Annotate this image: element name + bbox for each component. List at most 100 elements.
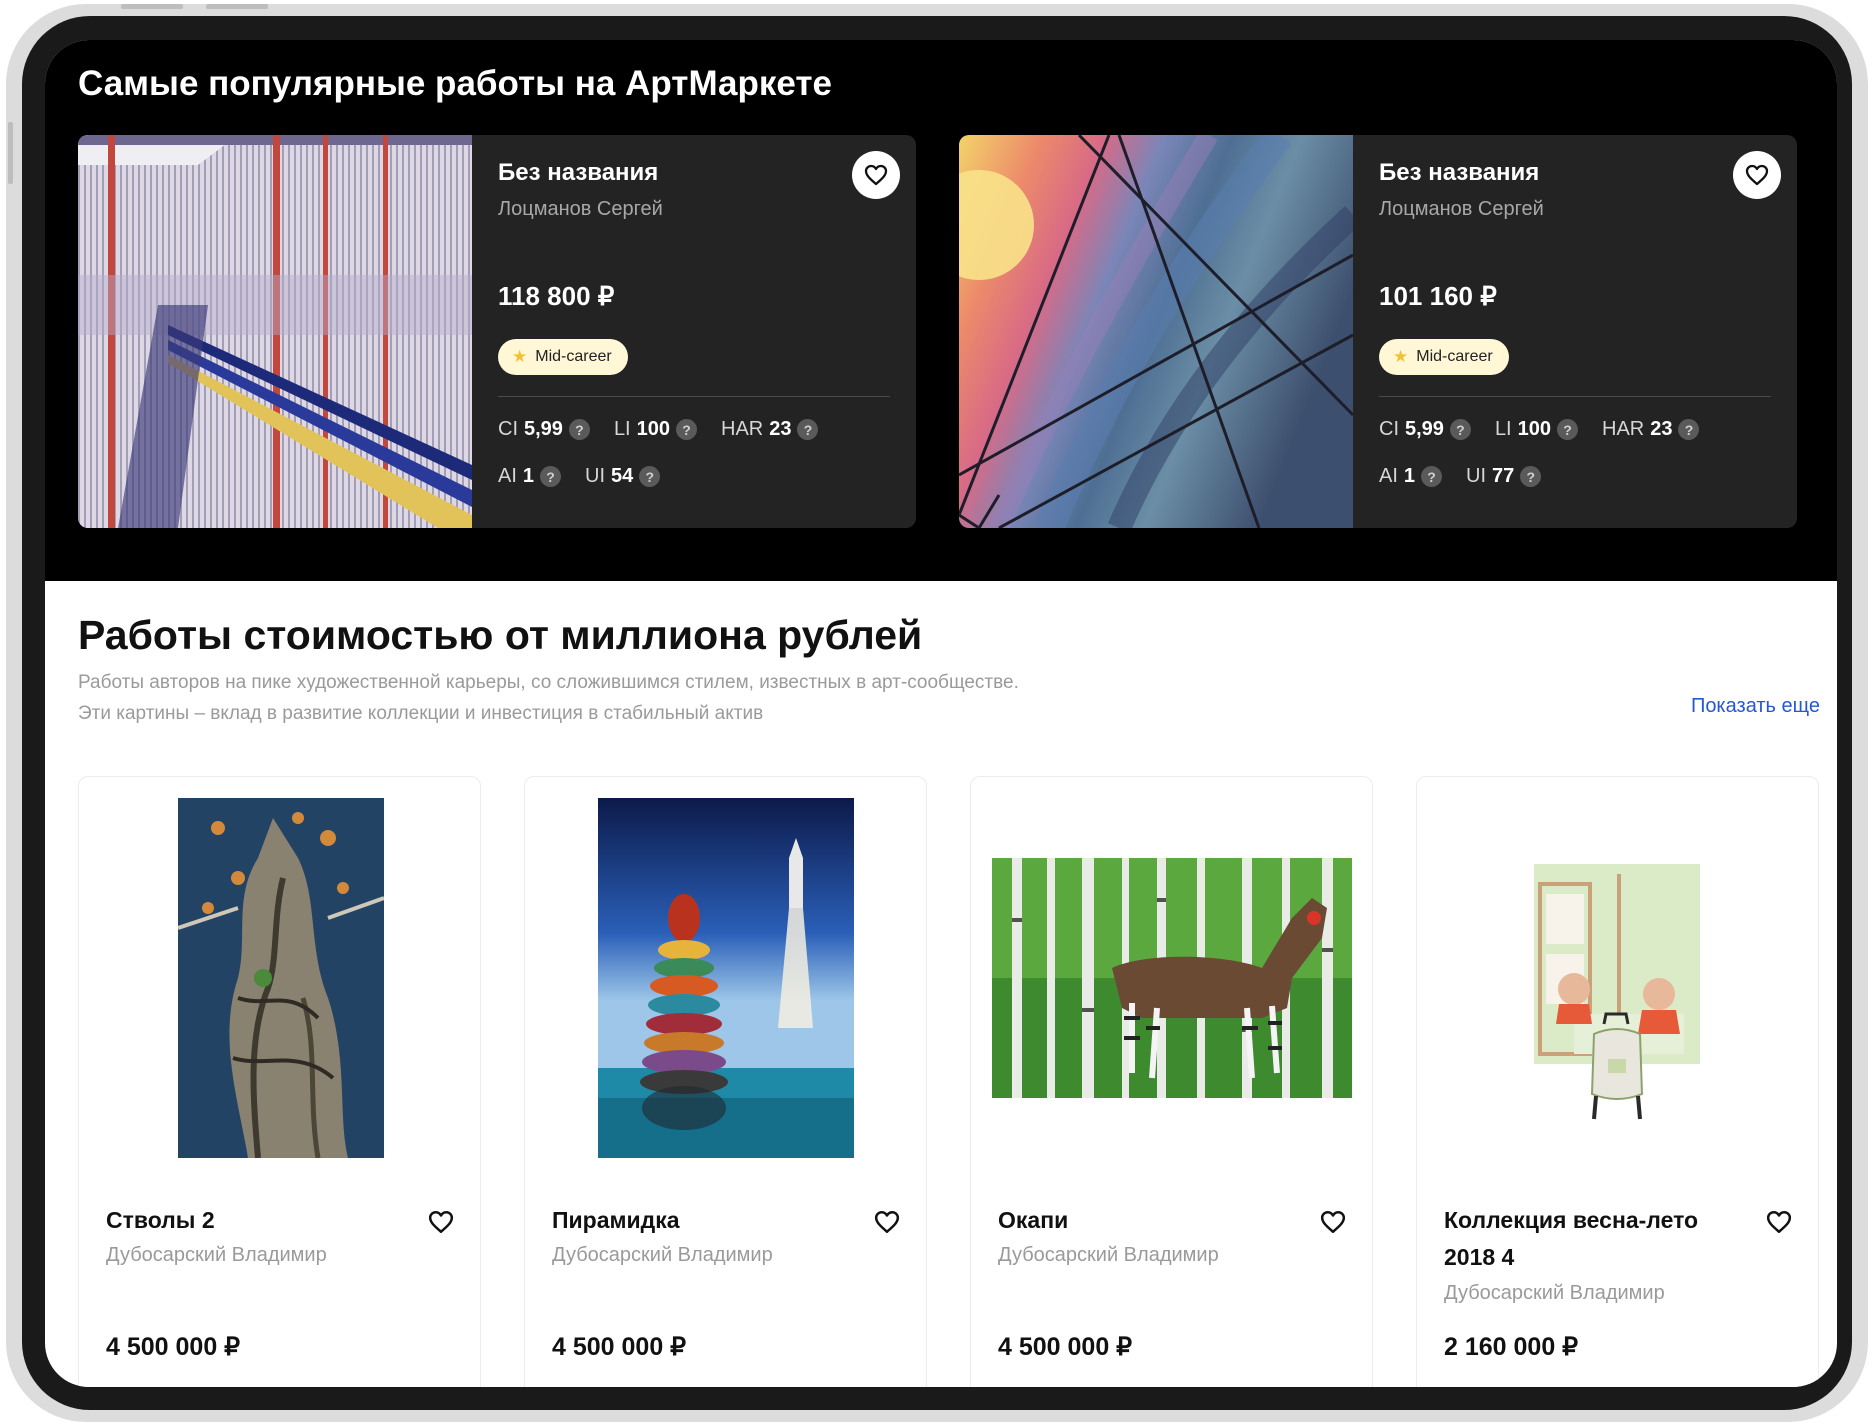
metric-li: LI 100? — [614, 418, 697, 441]
artwork-title[interactable]: Коллекция весна-лето 2018 4 — [1444, 1202, 1744, 1276]
artist-name[interactable]: Дубосарский Владимир — [998, 1244, 1219, 1267]
metric-value: 5,99 — [524, 418, 563, 440]
metric-value: 1 — [522, 465, 535, 487]
favorite-button[interactable] — [1733, 151, 1781, 199]
artwork-image[interactable] — [992, 858, 1352, 1098]
metric-value: 5,99 — [1405, 418, 1444, 440]
metric-label: CI — [498, 418, 518, 440]
artwork-image[interactable] — [598, 798, 854, 1158]
artwork-price: 4 500 000 ₽ — [552, 1333, 687, 1361]
metric-li: LI 100? — [1495, 418, 1578, 441]
popular-card[interactable]: Без названия Лоцманов Сергей 101 160 ₽ ★… — [959, 135, 1797, 528]
metrics-row: AI 1? UI 54? — [498, 465, 661, 488]
description-line: Эти картины – вклад в развитие коллекции… — [78, 703, 764, 724]
device-button — [8, 122, 13, 184]
metric-label: HAR — [1602, 418, 1645, 440]
question-icon[interactable]: ? — [639, 466, 661, 487]
metric-value: 23 — [1650, 418, 1673, 440]
section-title: Работы стоимостью от миллиона рублей — [78, 612, 923, 658]
question-icon[interactable]: ? — [797, 419, 819, 440]
artwork-title[interactable]: Окапи — [998, 1202, 1298, 1239]
section-description: Работы авторов на пике художественной ка… — [78, 667, 1019, 729]
heart-icon — [1766, 1211, 1792, 1233]
artist-name[interactable]: Дубосарский Владимир — [106, 1244, 327, 1267]
question-icon[interactable]: ? — [1421, 466, 1443, 487]
artist-name[interactable]: Лоцманов Сергей — [1379, 198, 1544, 221]
artwork-card[interactable]: Пирамидка Дубосарский Владимир 4 500 000… — [524, 776, 927, 1387]
artwork-image[interactable] — [959, 135, 1353, 528]
popular-title: Самые популярные работы на АртМаркете — [78, 64, 833, 103]
artist-name[interactable]: Дубосарский Владимир — [552, 1244, 773, 1267]
metric-ai: AI 1? — [1379, 465, 1443, 488]
metric-label: AI — [1379, 465, 1398, 487]
popular-card[interactable]: Без названия Лоцманов Сергей 118 800 ₽ ★… — [78, 135, 916, 528]
heart-icon — [1745, 164, 1769, 186]
divider — [498, 396, 890, 397]
artwork-price: 101 160 ₽ — [1379, 281, 1497, 311]
artwork-title[interactable]: Без названия — [1379, 159, 1539, 187]
metric-ui: UI 77? — [1466, 465, 1542, 488]
artwork-card[interactable]: Стволы 2 Дубосарский Владимир 4 500 000 … — [78, 776, 481, 1387]
favorite-button[interactable] — [426, 1207, 456, 1237]
metric-ci: CI 5,99? — [1379, 418, 1471, 441]
metric-ci: CI 5,99? — [498, 418, 590, 441]
question-icon[interactable]: ? — [1520, 466, 1542, 487]
artwork-price: 2 160 000 ₽ — [1444, 1333, 1579, 1361]
artwork-image[interactable] — [1534, 864, 1700, 1124]
favorite-button[interactable] — [1764, 1207, 1794, 1237]
metric-ui: UI 54? — [585, 465, 661, 488]
screen: Самые популярные работы на АртМаркете Бе… — [45, 40, 1837, 1387]
question-icon[interactable]: ? — [540, 466, 562, 487]
metric-label: UI — [585, 465, 606, 487]
question-icon[interactable]: ? — [676, 419, 697, 440]
question-icon[interactable]: ? — [568, 419, 590, 440]
metric-label: HAR — [721, 418, 764, 440]
artwork-image[interactable] — [178, 798, 384, 1158]
metric-har: HAR 23? — [721, 418, 819, 441]
badge-label: Mid-career — [1416, 348, 1493, 365]
device-button — [206, 4, 268, 9]
heart-icon — [1320, 1211, 1346, 1233]
metrics-row: CI 5,99? LI 100? HAR 23? — [498, 418, 819, 441]
artwork-price: 118 800 ₽ — [498, 281, 615, 311]
favorite-button[interactable] — [852, 151, 900, 199]
badge-label: Mid-career — [535, 348, 612, 365]
artwork-title[interactable]: Пирамидка — [552, 1202, 852, 1239]
artist-name[interactable]: Дубосарский Владимир — [1444, 1282, 1665, 1305]
artwork-card[interactable]: Окапи Дубосарский Владимир 4 500 000 ₽ — [970, 776, 1373, 1387]
artwork-price: 4 500 000 ₽ — [998, 1333, 1133, 1361]
career-badge: ★ Mid-career — [498, 339, 628, 375]
question-icon[interactable]: ? — [1678, 419, 1700, 440]
artwork-price: 4 500 000 ₽ — [106, 1333, 241, 1361]
metric-har: HAR 23? — [1602, 418, 1700, 441]
artist-name[interactable]: Лоцманов Сергей — [498, 198, 663, 221]
artwork-title[interactable]: Стволы 2 — [106, 1202, 406, 1239]
question-icon[interactable]: ? — [1557, 419, 1578, 440]
divider — [1379, 396, 1771, 397]
star-icon: ★ — [1393, 347, 1409, 366]
metric-value: 100 — [1517, 418, 1551, 440]
metrics-row: CI 5,99? LI 100? HAR 23? — [1379, 418, 1700, 441]
metric-value: 77 — [1492, 465, 1515, 487]
popular-section: Самые популярные работы на АртМаркете Бе… — [45, 40, 1837, 581]
metric-label: LI — [613, 418, 631, 440]
device-button — [121, 4, 183, 9]
metric-label: CI — [1379, 418, 1399, 440]
metric-label: UI — [1466, 465, 1487, 487]
metric-value: 23 — [769, 418, 792, 440]
metric-value: 100 — [636, 418, 670, 440]
artwork-title[interactable]: Без названия — [498, 159, 658, 187]
show-more-link[interactable]: Показать еще — [1691, 695, 1820, 718]
star-icon: ★ — [512, 347, 528, 366]
artwork-card[interactable]: Коллекция весна-лето 2018 4 Дубосарский … — [1416, 776, 1819, 1387]
favorite-button[interactable] — [872, 1207, 902, 1237]
career-badge: ★ Mid-career — [1379, 339, 1509, 375]
description-line: Работы авторов на пике художественной ка… — [78, 672, 1019, 693]
metric-label: LI — [1494, 418, 1512, 440]
heart-icon — [874, 1211, 900, 1233]
question-icon[interactable]: ? — [1449, 419, 1471, 440]
favorite-button[interactable] — [1318, 1207, 1348, 1237]
metric-ai: AI 1? — [498, 465, 562, 488]
metric-label: AI — [498, 465, 517, 487]
artwork-image[interactable] — [78, 135, 472, 528]
